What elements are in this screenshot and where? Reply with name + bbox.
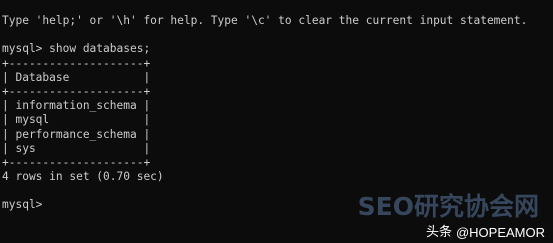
terminal-output: Type 'help;' or '\h' for help. Type '\c'… — [2, 14, 553, 213]
table-border-bottom: +--------------------+ — [2, 155, 151, 169]
result-line: 4 rows in set (0.70 sec) — [2, 170, 164, 184]
text-cursor — [49, 198, 50, 210]
watermark: SEO研究协会网 头条 @HOPEAMOR — [358, 194, 549, 240]
prompt-text: mysql> — [2, 198, 50, 212]
watermark-author: @HOPEAMOR — [455, 224, 545, 240]
table-border-top: +--------------------+ — [2, 56, 151, 70]
watermark-source: 头条 — [425, 224, 452, 240]
watermark-logo: SEO研究协会网 — [357, 192, 539, 221]
table-header-row: | Database | — [2, 70, 151, 84]
table-border-mid: +--------------------+ — [2, 84, 151, 98]
help-line: Type 'help;' or '\h' for help. Type '\c'… — [2, 14, 528, 27]
command-line: mysql> show databases; — [2, 42, 151, 56]
table-row: | information_schema | — [2, 99, 151, 113]
terminal-window[interactable]: Type 'help;' or '\h' for help. Type '\c'… — [0, 0, 553, 243]
table-row: | performance_schema | — [2, 127, 151, 141]
watermark-caption: 头条 @HOPEAMOR — [425, 224, 545, 240]
table-row: | sys | — [2, 141, 151, 155]
table-row: | mysql | — [2, 113, 151, 127]
